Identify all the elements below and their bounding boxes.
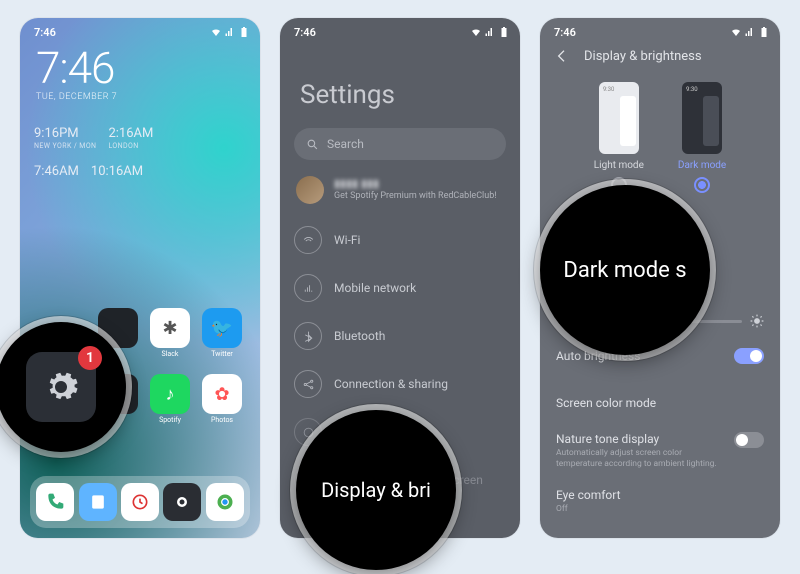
app-icon-spotify[interactable]: ♪Spotify: [150, 374, 190, 428]
radio-icon: [694, 177, 710, 193]
signal-icon: [744, 26, 756, 38]
toggle-on-icon[interactable]: [734, 348, 764, 364]
page-title: Settings: [300, 80, 395, 110]
signal-icon: [224, 26, 236, 38]
account-subtitle: Get Spotify Premium with RedCableClub!: [334, 191, 497, 203]
auto-brightness-row[interactable]: Auto brightness: [556, 348, 764, 364]
settings-item-bluetooth[interactable]: Bluetooth: [294, 322, 506, 350]
battery-icon: [498, 26, 510, 38]
world-city: 7:46AM: [34, 164, 79, 179]
world-city: 9:16PM NEW YORK / MON: [34, 126, 96, 150]
search-icon: [306, 138, 319, 151]
eye-comfort-row[interactable]: Eye comfort Off: [556, 488, 764, 515]
status-bar: 7:46: [280, 18, 520, 44]
status-time: 7:46: [34, 26, 56, 39]
callout-dark-mode-settings[interactable]: Dark mode s: [540, 185, 710, 355]
status-time: 7:46: [554, 26, 576, 39]
signal-icon: [484, 26, 496, 38]
app-row: ✱Slack 🐦Twitter: [98, 308, 242, 362]
dark-mode-option[interactable]: Dark mode: [678, 82, 726, 193]
notification-badge: 1: [78, 346, 102, 370]
avatar: [296, 176, 324, 204]
app-icon-photos[interactable]: ✿Photos: [202, 374, 242, 428]
theme-mode-selector: Light mode Dark mode: [540, 82, 780, 193]
battery-icon: [238, 26, 250, 38]
toggle-off-icon[interactable]: [734, 432, 764, 448]
status-bar: 7:46: [540, 18, 780, 44]
settings-item-mobile-network[interactable]: Mobile network: [294, 274, 506, 302]
dock-phone-icon[interactable]: [36, 483, 74, 521]
clock-time: 7:46: [36, 46, 117, 90]
status-bar: 7:46: [20, 18, 260, 44]
dock: [30, 476, 250, 528]
share-icon: [294, 370, 322, 398]
world-city: 2:16AM LONDON: [108, 126, 153, 150]
dark-mode-preview: [682, 82, 722, 154]
account-row[interactable]: ▮▮▮▮ ▮▮▮ Get Spotify Premium with RedCab…: [296, 176, 506, 204]
settings-item-wifi[interactable]: Wi-Fi: [294, 226, 506, 254]
battery-icon: [758, 26, 770, 38]
light-mode-option[interactable]: Light mode: [594, 82, 644, 193]
wifi-icon: [730, 26, 742, 38]
page-title: Display & brightness: [584, 49, 702, 64]
wifi-icon: [294, 226, 322, 254]
app-icon-slack[interactable]: ✱Slack: [150, 308, 190, 362]
dock-camera-icon[interactable]: [163, 483, 201, 521]
screen-color-mode-row[interactable]: Screen color mode: [556, 396, 764, 410]
back-icon[interactable]: [554, 48, 570, 64]
gear-icon: [43, 369, 79, 405]
status-icons: [210, 26, 250, 38]
account-name: ▮▮▮▮ ▮▮▮: [334, 177, 497, 191]
dock-chrome-icon[interactable]: [206, 483, 244, 521]
callout-display-brightness[interactable]: Display & bri: [296, 410, 456, 570]
world-clock-row-1: 9:16PM NEW YORK / MON 2:16AM LONDON: [34, 126, 246, 150]
world-city: 10:16AM: [91, 164, 143, 179]
page-header: Display & brightness: [554, 48, 702, 64]
callout-settings-app[interactable]: 1: [0, 322, 126, 452]
settings-item-connection-sharing[interactable]: Connection & sharing: [294, 370, 506, 398]
lockscreen-clock: 7:46 TUE, DECEMBER 7: [36, 46, 117, 102]
clock-date: TUE, DECEMBER 7: [36, 92, 117, 102]
status-icons: [730, 26, 770, 38]
brightness-high-icon: [750, 314, 764, 328]
callout-text: Display & bri: [321, 478, 431, 502]
app-icon-twitter[interactable]: 🐦Twitter: [202, 308, 242, 362]
search-placeholder: Search: [327, 137, 364, 151]
signal-icon: [294, 274, 322, 302]
phone-home-screen: 7:46 7:46 TUE, DECEMBER 7 9:16PM NEW YOR…: [20, 18, 260, 538]
dock-clock-icon[interactable]: [121, 483, 159, 521]
search-input[interactable]: Search: [294, 128, 506, 160]
wifi-icon: [470, 26, 482, 38]
world-clock-row-2: 7:46AM 10:16AM: [34, 164, 246, 179]
light-mode-preview: [599, 82, 639, 154]
dock-files-icon[interactable]: [79, 483, 117, 521]
status-icons: [470, 26, 510, 38]
wifi-icon: [210, 26, 222, 38]
status-time: 7:46: [294, 26, 316, 39]
nature-tone-row[interactable]: Nature tone display Automatically adjust…: [556, 432, 764, 469]
settings-app-icon[interactable]: 1: [26, 352, 96, 422]
bluetooth-icon: [294, 322, 322, 350]
callout-text: Dark mode s: [563, 258, 686, 283]
